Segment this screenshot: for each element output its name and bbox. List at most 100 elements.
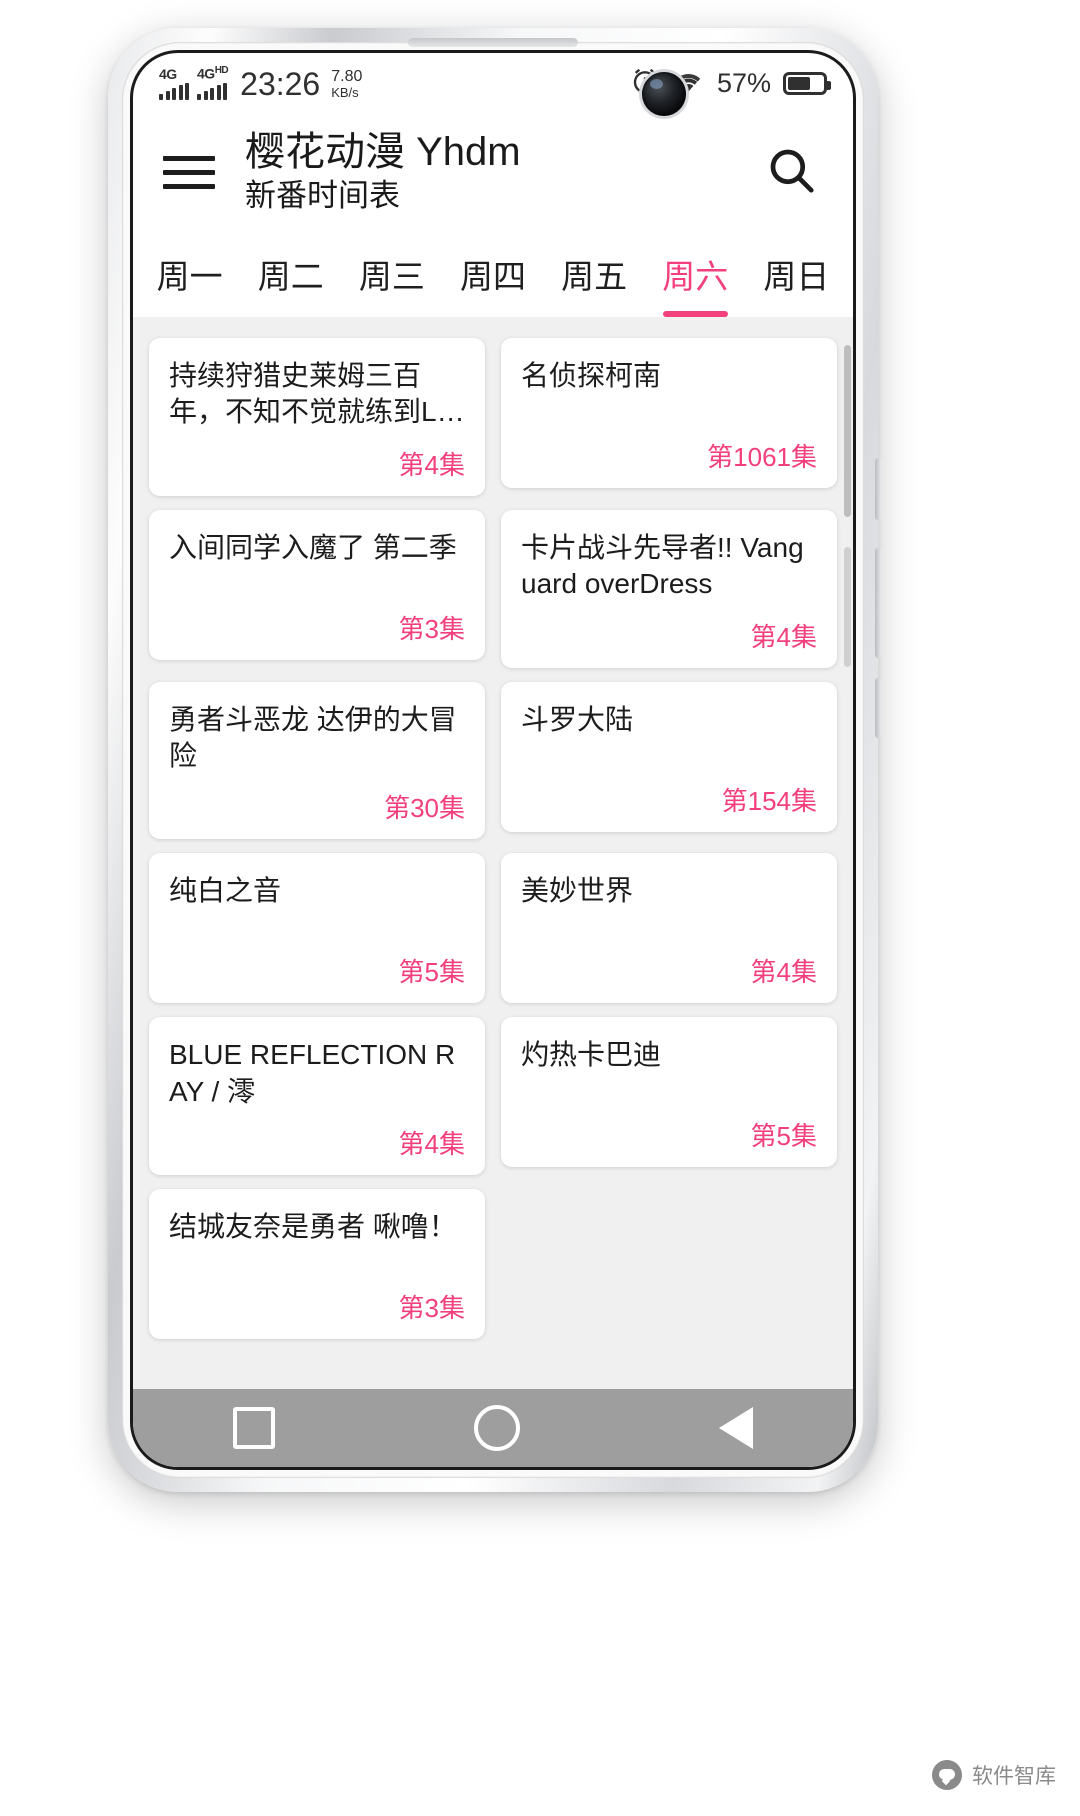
grid-cell-empty xyxy=(493,1182,845,1346)
page-title: 樱花动漫 Yhdm xyxy=(245,130,521,174)
grid-cell: 结城友奈是勇者 啾噜！ 第3集 xyxy=(141,1182,493,1346)
app-bar-titles: 樱花动漫 Yhdm 新番时间表 xyxy=(245,130,763,214)
earpiece-speaker xyxy=(408,38,578,47)
anime-title: 美妙世界 xyxy=(521,875,634,907)
anime-card[interactable]: 纯白之音 第5集 xyxy=(149,853,485,1004)
search-icon xyxy=(764,143,818,202)
grid-cell: 卡片战斗先导者!! Vanguard overDress 第4集 xyxy=(493,503,845,675)
status-clock: 23:26 xyxy=(240,65,321,102)
anime-card[interactable]: 入间同学入魔了 第二季 第3集 xyxy=(149,509,485,660)
episode-badge: 第4集 xyxy=(750,957,817,988)
episode-badge: 第3集 xyxy=(398,1293,465,1324)
anime-card[interactable]: 名侦探柯南 第1061集 xyxy=(501,338,837,488)
tab-label: 周四 xyxy=(459,258,526,295)
tab-monday[interactable]: 周一 xyxy=(139,231,240,317)
network-speed-value: 7.80 xyxy=(331,68,363,86)
search-button[interactable] xyxy=(763,144,819,200)
square-recents-icon[interactable] xyxy=(232,1407,275,1449)
tab-tuesday[interactable]: 周二 xyxy=(240,231,341,317)
grid-cell: 纯白之音 第5集 xyxy=(141,846,493,1010)
sim2-network-label: 4GHD xyxy=(197,65,229,82)
grid-cell: 灼热卡巴迪 第5集 xyxy=(493,1010,845,1182)
battery-percent-label: 57% xyxy=(716,67,771,98)
tab-label: 周二 xyxy=(257,258,324,295)
tab-label: 周三 xyxy=(358,258,425,295)
episode-badge: 第5集 xyxy=(398,957,465,988)
anime-title: 名侦探柯南 xyxy=(521,360,662,391)
anime-title: 纯白之音 xyxy=(169,875,282,907)
watermark-label: 软件智库 xyxy=(972,1765,1056,1788)
grid-cell: 名侦探柯南 第1061集 xyxy=(493,331,845,503)
tab-label: 周一 xyxy=(156,258,223,295)
app-bar: 樱花动漫 Yhdm 新番时间表 xyxy=(133,113,853,231)
episode-badge: 第4集 xyxy=(398,449,465,480)
sim1-network-label: 4G xyxy=(159,65,177,82)
episode-badge: 第154集 xyxy=(721,785,817,816)
anime-title: 结城友奈是勇者 啾噜！ xyxy=(169,1211,457,1243)
anime-card-grid: 持续狩猎史莱姆三百年，不知不觉就练到L… 第4集 名侦探柯南 第1061集 入间… xyxy=(141,331,845,1346)
vertical-scrollbar-thumb-secondary[interactable] xyxy=(844,547,851,667)
front-camera xyxy=(642,72,686,116)
tab-label: 周五 xyxy=(561,258,628,295)
anime-title: 勇者斗恶龙 达伊的大冒险 xyxy=(169,703,457,771)
page-subtitle: 新番时间表 xyxy=(245,177,400,213)
episode-badge: 第4集 xyxy=(398,1129,465,1160)
tab-wednesday[interactable]: 周三 xyxy=(341,231,442,317)
anime-title: 斗罗大陆 xyxy=(521,703,634,735)
episode-badge: 第1061集 xyxy=(707,442,817,472)
volume-up-button[interactable] xyxy=(875,458,882,520)
phone-device-frame: 4G 4GHD 23:26 7.80 KB/s 57% 樱花动漫 Yhdm 新番… xyxy=(108,28,882,1492)
anime-card[interactable]: 斗罗大陆 第154集 xyxy=(501,681,837,832)
watermark: 软件智库 xyxy=(932,1760,1056,1790)
anime-title: 卡片战斗先导者!! Vanguard overDress xyxy=(521,531,804,600)
anime-card[interactable]: 勇者斗恶龙 达伊的大冒险 第30集 xyxy=(149,681,485,840)
tab-saturday[interactable]: 周六 xyxy=(645,231,746,317)
grid-cell: 美妙世界 第4集 xyxy=(493,846,845,1010)
triangle-back-icon[interactable] xyxy=(719,1407,754,1449)
anime-title: BLUE REFLECTION RAY / 澪 xyxy=(169,1039,456,1107)
power-button[interactable] xyxy=(875,678,882,738)
weekday-tab-bar: 周一 周二 周三 周四 周五 周六 周日 xyxy=(133,231,853,317)
tab-sunday[interactable]: 周日 xyxy=(746,231,847,317)
hamburger-menu-icon[interactable] xyxy=(163,155,215,189)
anime-card[interactable]: 结城友奈是勇者 啾噜！ 第3集 xyxy=(149,1189,485,1340)
status-bar-left: 4G 4GHD 23:26 7.80 KB/s xyxy=(159,66,362,100)
camera-glint xyxy=(650,79,663,89)
volume-down-button[interactable] xyxy=(875,548,882,658)
grid-cell: 勇者斗恶龙 达伊的大冒险 第30集 xyxy=(141,675,493,847)
status-bar: 4G 4GHD 23:26 7.80 KB/s 57% xyxy=(133,53,853,113)
network-speed-unit: KB/s xyxy=(331,85,359,101)
anime-card[interactable]: 美妙世界 第4集 xyxy=(501,853,837,1004)
anime-title: 入间同学入魔了 第二季 xyxy=(169,531,457,563)
battery-icon xyxy=(783,71,831,95)
anime-title: 灼热卡巴迪 xyxy=(521,1039,662,1071)
sim1-signal-bars-icon xyxy=(159,82,189,100)
network-speed: 7.80 KB/s xyxy=(331,68,363,101)
sim2-signal: 4GHD xyxy=(197,65,229,100)
tab-friday[interactable]: 周五 xyxy=(544,231,645,317)
android-navigation-bar xyxy=(133,1389,853,1467)
tab-label: 周六 xyxy=(662,258,729,295)
anime-card[interactable]: 卡片战斗先导者!! Vanguard overDress 第4集 xyxy=(501,509,837,668)
wechat-logo-icon xyxy=(932,1760,962,1790)
circle-home-icon[interactable] xyxy=(473,1405,520,1451)
tab-thursday[interactable]: 周四 xyxy=(442,231,543,317)
sim2-signal-bars-icon xyxy=(197,82,227,100)
anime-card[interactable]: 灼热卡巴迪 第5集 xyxy=(501,1017,837,1168)
grid-cell: 持续狩猎史莱姆三百年，不知不觉就练到L… 第4集 xyxy=(141,331,493,503)
anime-card[interactable]: BLUE REFLECTION RAY / 澪 第4集 xyxy=(149,1017,485,1176)
episode-badge: 第4集 xyxy=(750,621,817,652)
schedule-list[interactable]: 持续狩猎史莱姆三百年，不知不觉就练到L… 第4集 名侦探柯南 第1061集 入间… xyxy=(133,317,853,1389)
grid-cell: 入间同学入魔了 第二季 第3集 xyxy=(141,503,493,675)
episode-badge: 第5集 xyxy=(750,1121,817,1152)
anime-title: 持续狩猎史莱姆三百年，不知不觉就练到L… xyxy=(169,360,465,428)
episode-badge: 第3集 xyxy=(398,613,465,644)
episode-badge: 第30集 xyxy=(384,793,465,824)
vertical-scrollbar-thumb[interactable] xyxy=(844,345,851,517)
grid-cell: BLUE REFLECTION RAY / 澪 第4集 xyxy=(141,1010,493,1182)
anime-card[interactable]: 持续狩猎史莱姆三百年，不知不觉就练到L… 第4集 xyxy=(149,338,485,496)
grid-cell: 斗罗大陆 第154集 xyxy=(493,675,845,847)
tab-label: 周日 xyxy=(763,258,830,295)
phone-screen: 4G 4GHD 23:26 7.80 KB/s 57% 樱花动漫 Yhdm 新番… xyxy=(130,50,856,1470)
sim1-signal: 4G xyxy=(159,67,189,100)
